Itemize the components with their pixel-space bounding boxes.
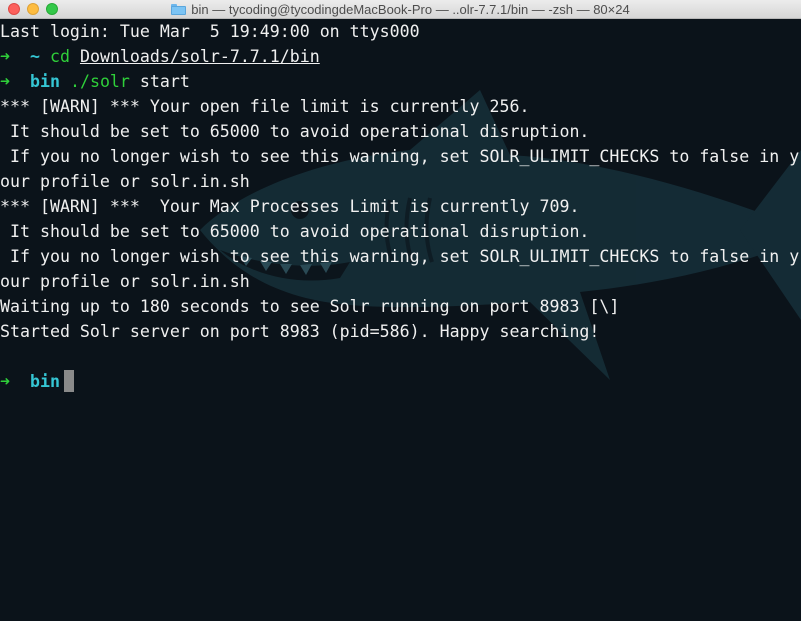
output-line: our profile or solr.in.sh: [0, 172, 250, 191]
command-name: ./solr: [69, 72, 130, 91]
empty-line: [0, 344, 801, 369]
prompt-line-current: ➜ bin: [0, 369, 801, 394]
output-line: If you no longer wish to see this warnin…: [0, 147, 800, 166]
output-line: It should be set to 65000 to avoid opera…: [0, 122, 590, 141]
prompt-arrow-icon: ➜: [0, 72, 10, 91]
prompt-arrow-icon: ➜: [0, 372, 10, 391]
output-line: *** [WARN] *** Your open file limit is c…: [0, 97, 530, 116]
window-title: bin — tycoding@tycodingdeMacBook-Pro — .…: [191, 2, 630, 17]
folder-icon: [171, 4, 187, 15]
terminal-output[interactable]: Last login: Tue Mar 5 19:49:00 on ttys00…: [0, 19, 801, 394]
prompt-cwd: bin: [29, 72, 60, 91]
window-title-area: bin — tycoding@tycodingdeMacBook-Pro — .…: [0, 0, 801, 19]
output-line: Started Solr server on port 8983 (pid=58…: [0, 322, 600, 341]
command-name: cd: [49, 47, 70, 66]
login-line: Last login: Tue Mar 5 19:49:00 on ttys00…: [0, 22, 420, 41]
output-line: It should be set to 65000 to avoid opera…: [0, 222, 590, 241]
output-line: Waiting up to 180 seconds to see Solr ru…: [0, 297, 620, 316]
output-line: If you no longer wish to see this warnin…: [0, 247, 800, 266]
prompt-arrow-icon: ➜: [0, 47, 10, 66]
prompt-line-solr: ➜ bin ./solr start: [0, 69, 801, 94]
terminal-window: bin — tycoding@tycodingdeMacBook-Pro — .…: [0, 0, 801, 621]
text-cursor[interactable]: [63, 370, 74, 392]
command-path-link[interactable]: Downloads/solr-7.7.1/bin: [80, 47, 320, 66]
prompt-line-cd: ➜ ~ cd Downloads/solr-7.7.1/bin: [0, 44, 801, 69]
prompt-cwd: ~: [29, 47, 40, 66]
title-bar[interactable]: bin — tycoding@tycodingdeMacBook-Pro — .…: [0, 0, 801, 19]
command-arg: start: [139, 72, 190, 91]
output-line: *** [WARN] *** Your Max Processes Limit …: [0, 197, 580, 216]
output-line: our profile or solr.in.sh: [0, 272, 250, 291]
prompt-cwd: bin: [29, 372, 60, 391]
